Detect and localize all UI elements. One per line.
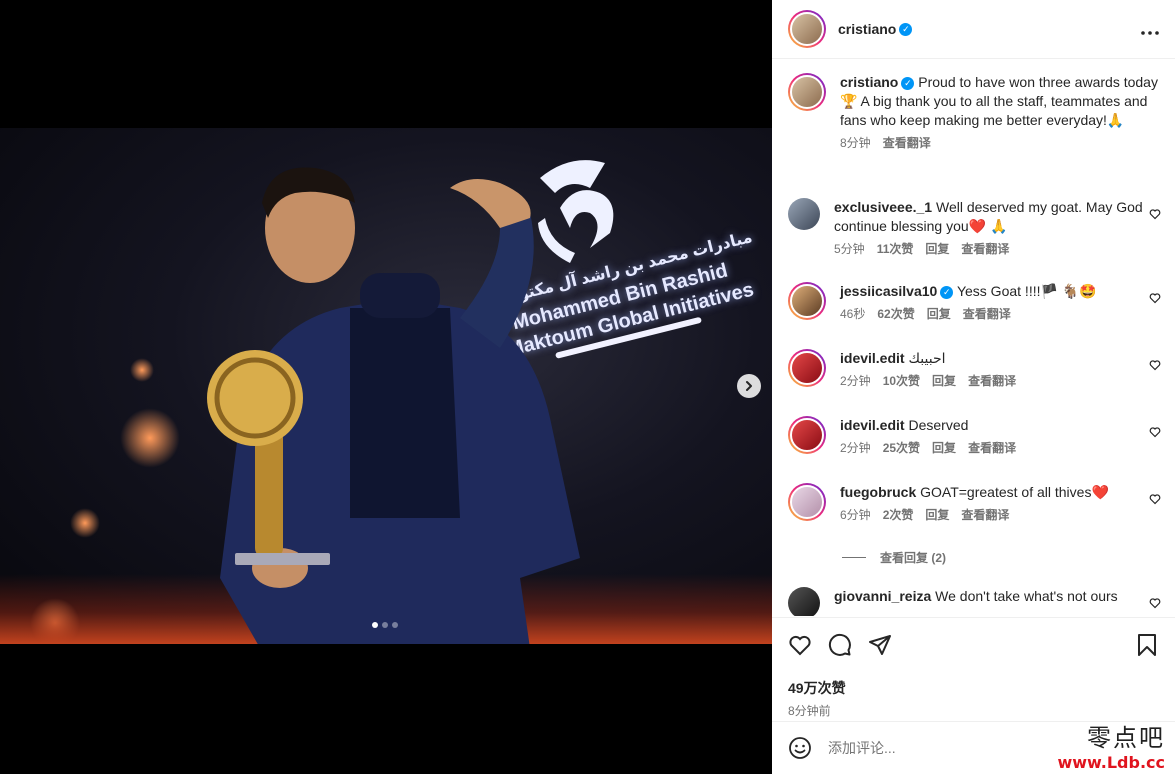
like-count[interactable]: 49万次赞 bbox=[788, 678, 1159, 698]
heart-icon[interactable] bbox=[1149, 359, 1161, 371]
comment-username[interactable]: giovanni_reiza bbox=[834, 588, 931, 604]
watermark-cn: 零点吧 bbox=[1087, 724, 1165, 752]
emoji-icon[interactable] bbox=[788, 736, 812, 760]
post-media: مبادرات محمد بن راشد آل مكتوم Mohammed B… bbox=[0, 0, 772, 774]
comment-username[interactable]: exclusiveee._1 bbox=[834, 199, 932, 215]
chevron-right-icon bbox=[746, 381, 752, 391]
commenter-avatar[interactable] bbox=[788, 483, 826, 521]
comment-time: 46秒 bbox=[840, 307, 866, 321]
comment-time: 2分钟 bbox=[840, 441, 871, 455]
divider bbox=[842, 557, 866, 558]
next-image-button[interactable] bbox=[737, 374, 761, 398]
comment-time: 2分钟 bbox=[840, 374, 871, 388]
heart-icon[interactable] bbox=[1149, 426, 1161, 438]
carousel-dot bbox=[382, 622, 388, 628]
more-horizontal-icon bbox=[1141, 30, 1159, 35]
caption-time: 8分钟 bbox=[840, 136, 871, 150]
comment-likes[interactable]: 11次赞 bbox=[877, 240, 914, 259]
add-comment-bar: 零点吧 www.Ldb.cc bbox=[772, 721, 1175, 774]
reply-button[interactable]: 回复 bbox=[932, 439, 956, 458]
bookmark-icon[interactable] bbox=[1135, 633, 1159, 657]
post-time: 8分钟前 bbox=[788, 704, 831, 718]
reply-button[interactable]: 回复 bbox=[925, 240, 949, 259]
post-side-panel: cristiano ✓ cristiano ✓ Proud to have won… bbox=[772, 0, 1175, 774]
view-replies-button[interactable]: 查看回复 (2) bbox=[842, 549, 946, 566]
comment-item: jessiicasilva10 ✓ Yess Goat !!!!🏴 🐐🤩 46秒 … bbox=[772, 282, 1175, 324]
comment-item: giovanni_reiza We don't take what's not … bbox=[772, 587, 1175, 616]
heart-icon[interactable] bbox=[1149, 597, 1161, 609]
commenter-avatar[interactable] bbox=[788, 198, 820, 230]
comment-time: 6分钟 bbox=[840, 508, 871, 522]
heart-icon[interactable] bbox=[1149, 493, 1161, 505]
see-translation-link[interactable]: 查看翻译 bbox=[968, 439, 1016, 458]
comment-text: GOAT=greatest of all thives❤️ bbox=[920, 484, 1109, 500]
comment-item: fuegobruck GOAT=greatest of all thives❤️… bbox=[772, 483, 1175, 525]
heart-icon[interactable] bbox=[1149, 208, 1161, 220]
see-translation-link[interactable]: 查看翻译 bbox=[883, 134, 931, 153]
comment-text: Deserved bbox=[908, 417, 969, 433]
reply-button[interactable]: 回复 bbox=[932, 372, 956, 391]
carousel-dot bbox=[392, 622, 398, 628]
comment-username[interactable]: idevil.edit bbox=[840, 350, 905, 366]
commenter-avatar[interactable] bbox=[788, 349, 826, 387]
bokeh-light bbox=[120, 408, 180, 468]
send-icon[interactable] bbox=[868, 633, 892, 657]
comment-likes[interactable]: 62次赞 bbox=[877, 305, 914, 324]
comment-time: 5分钟 bbox=[834, 242, 865, 256]
see-translation-link[interactable]: 查看翻译 bbox=[968, 372, 1016, 391]
more-options-button[interactable] bbox=[1141, 19, 1159, 40]
watermark-url: www.Ldb.cc bbox=[1057, 753, 1165, 772]
watermark: 零点吧 www.Ldb.cc bbox=[1057, 718, 1165, 772]
comment-text: احبيبك bbox=[908, 350, 946, 366]
verified-badge-icon: ✓ bbox=[940, 285, 954, 299]
author-avatar[interactable] bbox=[788, 73, 826, 111]
view-replies-label: 查看回复 (2) bbox=[880, 551, 947, 565]
heart-icon[interactable] bbox=[1149, 292, 1161, 304]
comment-text: Yess Goat !!!!🏴 🐐🤩 bbox=[956, 283, 1097, 299]
carousel-indicator bbox=[372, 622, 398, 628]
verified-badge-icon: ✓ bbox=[901, 76, 915, 90]
comment-username[interactable]: jessiicasilva10 bbox=[840, 283, 937, 299]
post-actions: 49万次赞 8分钟前 bbox=[772, 617, 1175, 721]
comment-likes[interactable]: 2次赞 bbox=[883, 506, 914, 525]
comments-list[interactable]: cristiano ✓ Proud to have won three award… bbox=[772, 60, 1175, 616]
caption-username[interactable]: cristiano bbox=[840, 74, 898, 90]
comment-input[interactable] bbox=[828, 740, 1048, 756]
comment-username[interactable]: idevil.edit bbox=[840, 417, 905, 433]
author-avatar[interactable] bbox=[788, 10, 826, 48]
post-header: cristiano ✓ bbox=[772, 0, 1175, 59]
verified-badge-icon: ✓ bbox=[899, 22, 913, 36]
commenter-avatar[interactable] bbox=[788, 587, 820, 616]
comment-text: We don't take what's not ours bbox=[935, 588, 1118, 604]
reply-button[interactable]: 回复 bbox=[927, 305, 951, 324]
commenter-avatar[interactable] bbox=[788, 416, 826, 454]
post-caption: cristiano ✓ Proud to have won three award… bbox=[772, 73, 1175, 153]
bokeh-light bbox=[70, 508, 100, 538]
person-figure bbox=[207, 167, 580, 644]
comment-likes[interactable]: 10次赞 bbox=[883, 372, 920, 391]
comment-item: idevil.edit Deserved 2分钟 25次赞 回复 查看翻译 bbox=[772, 416, 1175, 458]
comment-item: idevil.edit احبيبك 2分钟 10次赞 回复 查看翻译 bbox=[772, 349, 1175, 391]
comment-bubble-icon[interactable] bbox=[828, 633, 852, 657]
see-translation-link[interactable]: 查看翻译 bbox=[961, 240, 1009, 259]
see-translation-link[interactable]: 查看翻译 bbox=[963, 305, 1011, 324]
commenter-avatar[interactable] bbox=[788, 282, 826, 320]
comment-likes[interactable]: 25次赞 bbox=[883, 439, 920, 458]
post-photo: مبادرات محمد بن راشد آل مكتوم Mohammed B… bbox=[0, 128, 772, 644]
reply-button[interactable]: 回复 bbox=[925, 506, 949, 525]
comment-username[interactable]: fuegobruck bbox=[840, 484, 916, 500]
author-username[interactable]: cristiano bbox=[838, 21, 896, 37]
heart-icon[interactable] bbox=[788, 633, 812, 657]
comment-item: exclusiveee._1 Well deserved my goat. Ma… bbox=[772, 198, 1175, 259]
carousel-dot bbox=[372, 622, 378, 628]
see-translation-link[interactable]: 查看翻译 bbox=[961, 506, 1009, 525]
bokeh-light bbox=[130, 358, 154, 382]
